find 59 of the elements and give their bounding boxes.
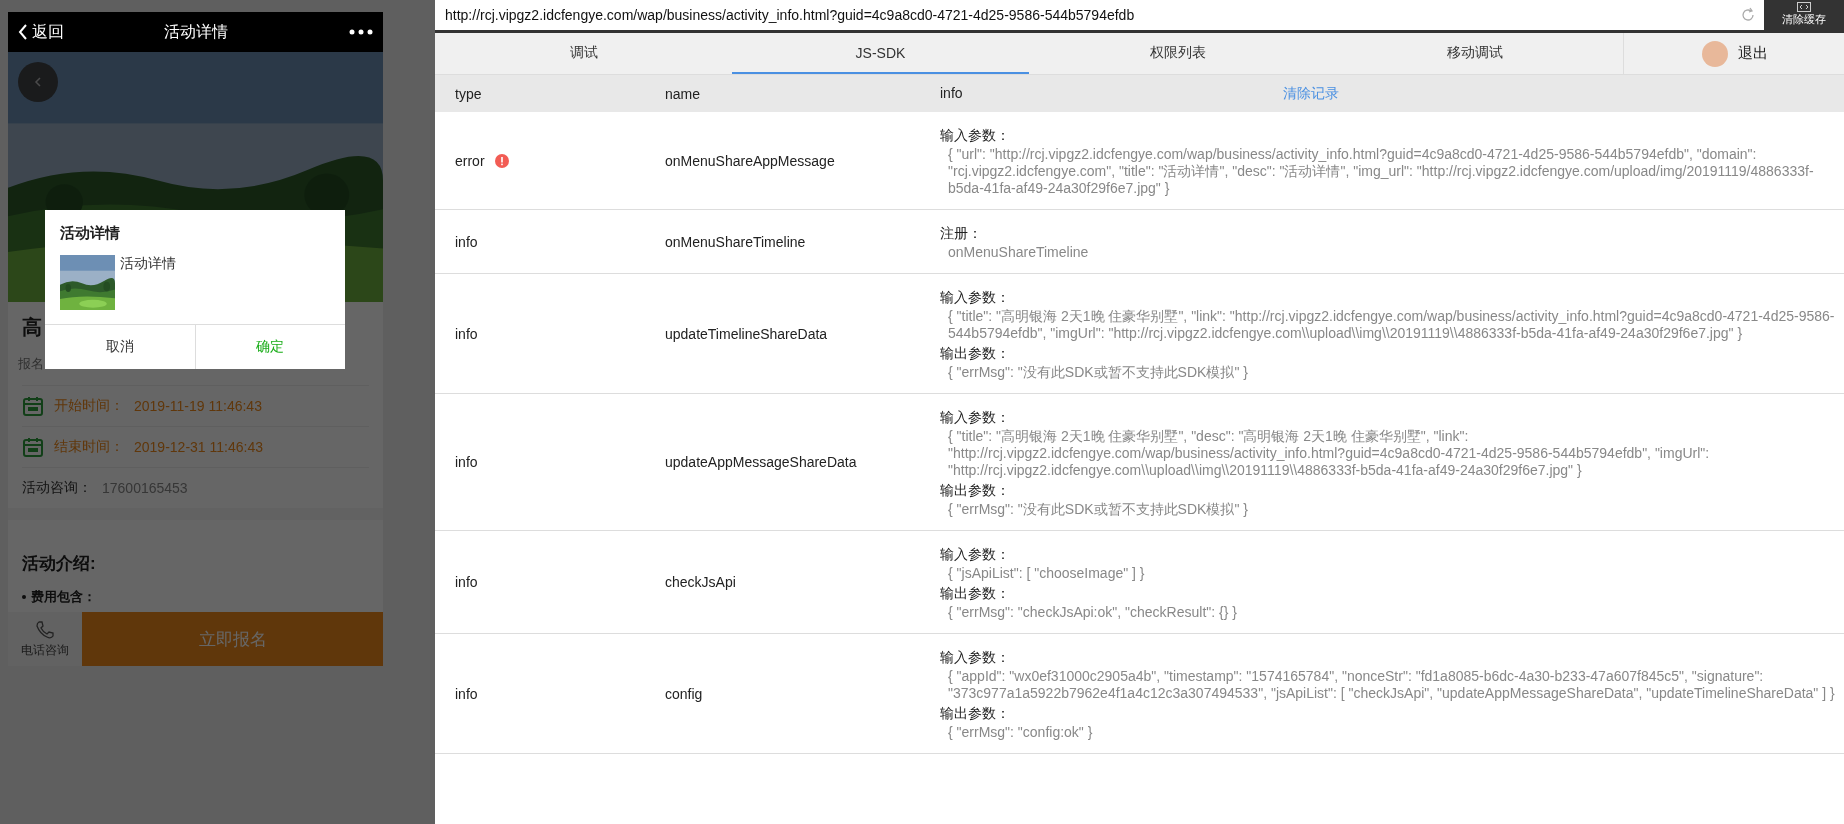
chevron-left-icon bbox=[18, 24, 28, 40]
bullet-icon bbox=[22, 594, 26, 599]
bullet-item: 费用包含： bbox=[31, 589, 96, 604]
param-label: 输入参数： bbox=[940, 408, 1011, 427]
param-label: 输入参数： bbox=[940, 648, 1011, 667]
param-value: { "errMsg": "config:ok" } bbox=[947, 724, 1094, 741]
phone-icon bbox=[35, 619, 55, 640]
param-label: 输出参数： bbox=[940, 584, 1011, 603]
column-header: info bbox=[940, 84, 963, 103]
param-label: 输出参数： bbox=[940, 481, 1011, 500]
detail-label: 开始时间： bbox=[54, 397, 124, 415]
calendar-icon bbox=[22, 395, 44, 417]
column-header: name bbox=[665, 85, 702, 102]
param-value: { "jsApiList": [ "chooseImage" ] } bbox=[947, 565, 1146, 582]
tab[interactable]: 调试 bbox=[435, 33, 732, 74]
name-cell-text: checkJsApi bbox=[665, 574, 737, 590]
column-header: type bbox=[455, 85, 483, 102]
param-value: { "errMsg": "没有此SDK或暂不支持此SDK模拟" } bbox=[947, 501, 1249, 518]
name-cell-text: onMenuShareAppMessage bbox=[665, 152, 836, 169]
param-value: { "errMsg": "没有此SDK或暂不支持此SDK模拟" } bbox=[947, 364, 1249, 381]
param-value: { "url": "http://rcj.vipgz2.idcfengye.com/wap/business/activity_info.html?guid=4c9a8cd0-4721-4d25-9586-544b5794efdb", "domain": "rcj.vipgz2.idcfengye.com", "title": "活动详情", "desc": "活动详情", "img_url": "http://rcj.vipgz2.idcfengye.com/upload/img/20191119/4886333f-b5da-41fa-af49-24a30f29f6e7.jpg" } bbox=[947, 146, 1815, 197]
param-value: { "title": "高明银海 2天1晚 住豪华别墅", "desc": "高明银海 2天1晚 住豪华别墅", "link": "http://rcj.vipgz2.idcfengye.com/wap/business/activity_info.html?guid=4c9a8cd0-4721-4d25-9586-544b5794efdb", "imgUrl": "http://rcj.vipgz2.idcfengye.com\\upload\\img\\20191119\\4886333f-b5da-41fa-af49-24a30f29f6e7.jpg" } bbox=[947, 428, 1711, 479]
logout-button[interactable]: 退出 bbox=[1738, 44, 1768, 63]
detail-label: 结束时间： bbox=[54, 438, 124, 456]
detail-value: 2019-11-19 11:46:43 bbox=[134, 398, 262, 414]
refresh-icon[interactable] bbox=[1740, 7, 1756, 23]
param-value: { "title": "高明银海 2天1晚 住豪华别墅", "link": "http://rcj.vipgz2.idcfengye.com/wap/business/activity_info.html?guid=4c9a8cd0-4721-4d25-9586-544b5794efdb", "imgUrl": "http://rcj.vipgz2.idcfengye.com\\upload\\img\\20191119\\4886333f-b5da-41fa-af49-24a30f29f6e7.jpg" } bbox=[947, 308, 1836, 342]
param-label: 输入参数： bbox=[940, 545, 1011, 564]
type-cell: info bbox=[455, 233, 478, 250]
name-cell-text: updateTimelineShareData bbox=[665, 325, 829, 342]
back-button[interactable]: 返回 bbox=[18, 21, 64, 43]
tab[interactable]: 权限列表 bbox=[1029, 33, 1326, 74]
param-label: 输入参数： bbox=[940, 126, 1011, 145]
url-field[interactable]: http://rcj.vipgz2.idcfengye.com/wap/business/activity_info.html?guid=4c9a8cd0-4721-4d25-9586-544b5794efdb bbox=[435, 0, 1764, 30]
detail-value: 2019-12-31 11:46:43 bbox=[134, 439, 263, 455]
param-label: 注册： bbox=[940, 224, 983, 243]
type-cell: info bbox=[455, 685, 478, 702]
code-icon bbox=[1797, 2, 1811, 12]
avatar[interactable] bbox=[1702, 40, 1728, 67]
calendar-icon bbox=[22, 436, 44, 458]
param-label: 输入参数： bbox=[940, 288, 1011, 307]
name-cell-text: config bbox=[665, 685, 704, 702]
page-title: 活动详情 bbox=[163, 22, 228, 40]
param-value: onMenuShareTimeline bbox=[947, 244, 1090, 261]
name-cell-text: onMenuShareTimeline bbox=[665, 233, 807, 250]
tab[interactable]: 移动调试 bbox=[1326, 33, 1623, 74]
param-label: 输出参数： bbox=[940, 344, 1011, 363]
param-label: 输出参数： bbox=[940, 704, 1011, 723]
more-icon[interactable] bbox=[349, 29, 373, 35]
name-cell-text: updateAppMessageShareData bbox=[665, 454, 858, 470]
detail-label: 活动咨询： bbox=[22, 479, 92, 497]
type-cell: info bbox=[455, 574, 478, 590]
param-value: { "appId": "wx0ef31000c2905a4b", "timestamp": "1574165784", "nonceStr": "fd1a8085-b6dc-4a30-b233-47a607f845c5", "signature": "373c977a1a5922b7962e4f1a4c12c3a307494533", "jsApiList": [ "checkJsApi", "updateAppMessageShareData", "updateTimelineShareData" ] } bbox=[947, 668, 1836, 702]
activity-title: 高 bbox=[22, 316, 42, 338]
type-cell: info bbox=[455, 325, 478, 342]
section-heading: 活动介绍: bbox=[22, 553, 97, 575]
type-cell: info bbox=[455, 454, 478, 470]
param-value: { "errMsg": "checkJsApi:ok", "checkResult": {} } bbox=[947, 604, 1238, 621]
type-cell: error bbox=[455, 152, 485, 169]
